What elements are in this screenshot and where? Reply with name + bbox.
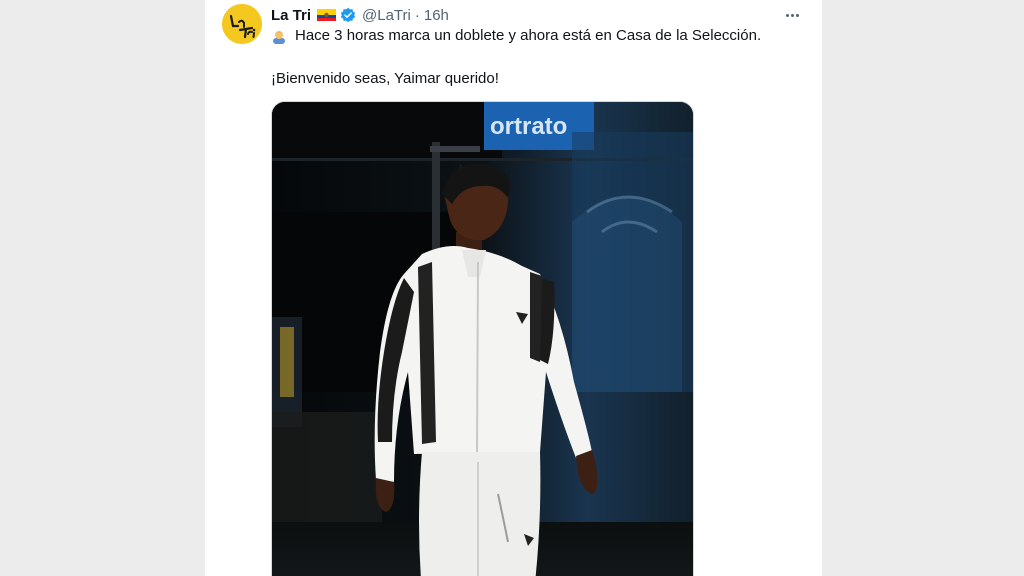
tweet-card[interactable]: La Tri @LaTri · 16h Hace 3 horas marca u…: [205, 0, 822, 576]
verified-badge-icon: [340, 7, 356, 23]
tweet-text-line-2: ¡Bienvenido seas, Yaimar querido!: [271, 70, 499, 87]
dot-icon: [785, 13, 789, 17]
person-emoji-icon: [273, 30, 285, 44]
avatar[interactable]: [222, 4, 262, 44]
ecuador-flag-icon: [317, 9, 337, 21]
timestamp[interactable]: 16h: [424, 7, 449, 24]
separator: ·: [414, 6, 420, 24]
tweet-photo[interactable]: ortrato: [271, 101, 694, 576]
tweet-text: Hace 3 horas marca un doblete y ahora es…: [295, 27, 762, 44]
display-name[interactable]: La Tri: [271, 7, 311, 24]
building-sign-text: ortrato: [490, 113, 567, 140]
dot-icon: [790, 13, 794, 17]
page-background-right: [822, 0, 1024, 576]
page-background-left: [0, 0, 205, 576]
player-photo: ortrato: [272, 102, 693, 576]
tweet-header: La Tri @LaTri · 16h: [271, 6, 449, 24]
dot-icon: [795, 13, 799, 17]
la-tri-logo: [222, 4, 262, 44]
more-options-button[interactable]: [780, 6, 804, 24]
handle[interactable]: @LaTri: [362, 7, 411, 24]
tweet-text-line-1: Hace 3 horas marca un doblete y ahora es…: [271, 27, 761, 44]
